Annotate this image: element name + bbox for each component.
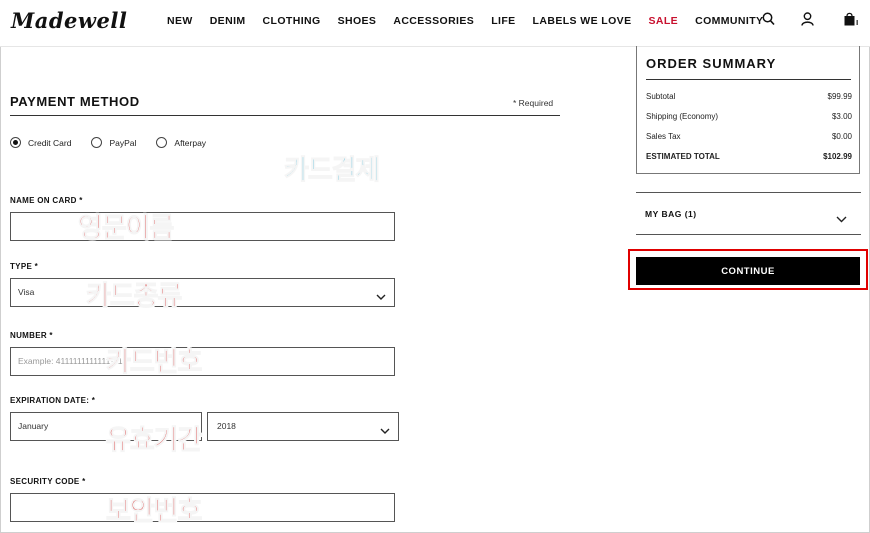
- expiration-label: EXPIRATION DATE: *: [10, 396, 96, 405]
- radio-credit-card[interactable]: Credit Card: [10, 137, 71, 148]
- radio-label-credit-card: Credit Card: [28, 137, 72, 148]
- card-type-select[interactable]: Visa: [10, 278, 395, 307]
- required-note: * Required: [513, 98, 554, 108]
- summary-value: $3.00: [831, 112, 852, 121]
- nav-item-labels-we-love[interactable]: LABELS WE LOVE: [533, 15, 632, 27]
- name-on-card-input[interactable]: [10, 212, 395, 241]
- radio-paypal[interactable]: PayPal: [91, 137, 136, 148]
- annotation-security: 보안번호: [105, 496, 202, 528]
- payment-method-title: PAYMENT METHOD: [10, 94, 140, 109]
- summary-value: $99.99: [827, 92, 852, 101]
- security-code-label: SECURITY CODE *: [10, 477, 86, 486]
- brand-logo[interactable]: Madewell: [11, 8, 127, 33]
- annotation-card-payment: 카드결제: [283, 155, 380, 187]
- bag-divider-bottom: [636, 234, 861, 235]
- expiration-month-value: January: [18, 421, 49, 431]
- chevron-down-icon: [376, 288, 386, 306]
- account-icon[interactable]: [801, 12, 814, 31]
- summary-row-total: ESTIMATED TOTAL $102.99: [646, 152, 852, 161]
- radio-checked-icon[interactable]: [10, 137, 21, 148]
- nav-item-community[interactable]: COMMUNITY: [695, 15, 763, 27]
- main-nav: NEW DENIM CLOTHING SHOES ACCESSORIES LIF…: [167, 15, 780, 27]
- summary-label: Sales Tax: [646, 132, 681, 141]
- security-code-input[interactable]: [10, 493, 395, 522]
- expiration-year-value: 2018: [217, 421, 236, 431]
- radio-unchecked-icon[interactable]: [91, 137, 103, 148]
- order-summary-title: ORDER SUMMARY: [646, 56, 777, 71]
- chevron-down-icon: [380, 422, 390, 440]
- section-divider: [10, 115, 560, 116]
- card-type-label: TYPE *: [10, 262, 39, 271]
- bag-divider-top: [636, 192, 861, 193]
- card-type-value: Visa: [18, 287, 35, 297]
- summary-row-sales-tax: Sales Tax $0.00: [646, 132, 852, 141]
- summary-label: Shipping (Economy): [646, 112, 719, 121]
- continue-button[interactable]: CONTINUE: [636, 257, 860, 285]
- summary-row-shipping: Shipping (Economy) $3.00: [646, 112, 852, 121]
- nav-item-clothing[interactable]: CLOTHING: [263, 15, 321, 27]
- search-icon[interactable]: [762, 12, 775, 31]
- nav-item-denim[interactable]: DENIM: [210, 15, 246, 27]
- radio-label-afterpay: Afterpay: [174, 137, 207, 148]
- nav-item-life[interactable]: LIFE: [491, 15, 515, 27]
- card-number-label: NUMBER *: [10, 331, 53, 340]
- radio-unchecked-icon[interactable]: [156, 137, 168, 148]
- bag-icon[interactable]: [843, 12, 859, 31]
- nav-item-sale[interactable]: SALE: [648, 15, 678, 27]
- summary-label: ESTIMATED TOTAL: [646, 152, 720, 161]
- expiration-year-select[interactable]: 2018: [207, 412, 399, 441]
- annotation-card-number: 카드번호: [105, 347, 202, 379]
- nav-item-accessories[interactable]: ACCESSORIES: [393, 15, 474, 27]
- site-header: Madewell NEW DENIM CLOTHING SHOES ACCESS…: [0, 0, 870, 47]
- name-on-card-label: NAME ON CARD *: [10, 196, 83, 205]
- summary-value: $0.00: [831, 132, 852, 141]
- annotation-card-type: 카드종류: [85, 281, 182, 313]
- card-number-input[interactable]: Example: 4111111111111111: [10, 347, 395, 376]
- my-bag-toggle[interactable]: MY BAG (1): [645, 209, 697, 219]
- order-summary-panel: ORDER SUMMARY Subtotal $99.99 Shipping (…: [636, 46, 860, 174]
- payment-options: Credit Card PayPal Afterpay: [10, 137, 226, 148]
- annotation-english-name: 영문이름: [77, 213, 174, 245]
- annotation-expiry: 유효기간: [105, 425, 202, 457]
- summary-label: Subtotal: [646, 92, 676, 101]
- summary-value: $102.99: [823, 152, 852, 161]
- chevron-down-icon[interactable]: [836, 210, 847, 228]
- radio-label-paypal: PayPal: [109, 137, 137, 148]
- summary-row-subtotal: Subtotal $99.99: [646, 92, 852, 101]
- summary-divider: [646, 79, 851, 80]
- nav-item-new[interactable]: NEW: [167, 15, 193, 27]
- radio-afterpay[interactable]: Afterpay: [156, 137, 206, 148]
- nav-item-shoes[interactable]: SHOES: [338, 15, 377, 27]
